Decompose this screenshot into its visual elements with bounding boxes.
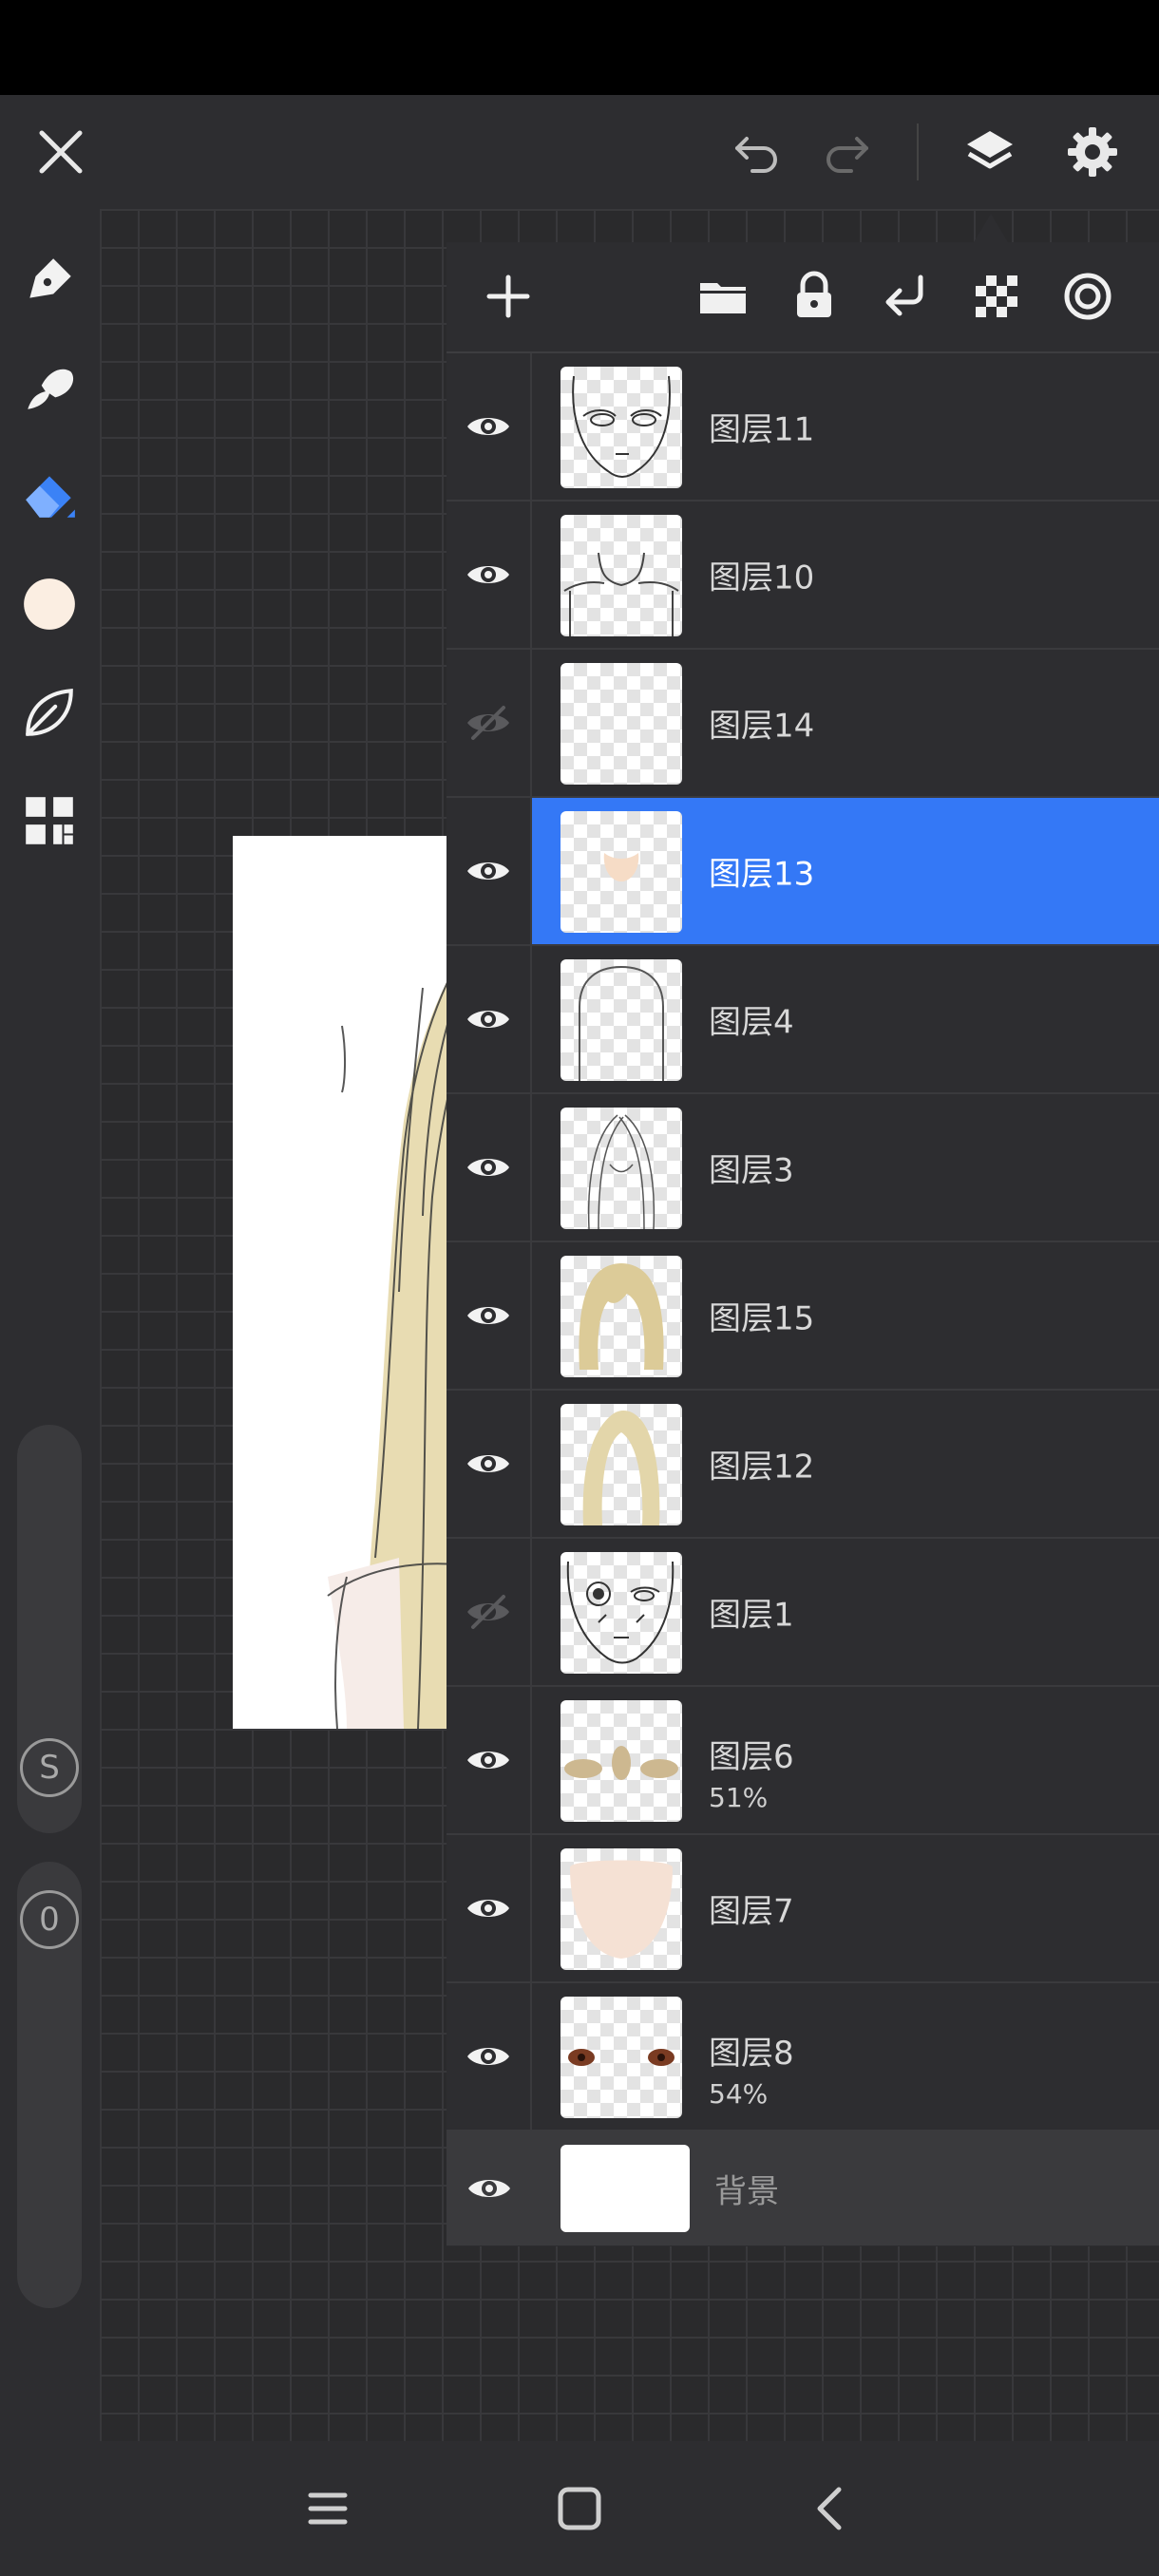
recents-icon[interactable] (294, 2475, 361, 2542)
eye-icon (467, 418, 509, 435)
layer-thumbnail (560, 811, 682, 933)
eraser-icon[interactable] (11, 458, 87, 534)
top-toolbar (0, 95, 1159, 209)
eye-icon (467, 566, 509, 583)
layer-row[interactable]: 图层1 (446, 1539, 1159, 1687)
eye-hidden-icon (467, 1595, 509, 1629)
layer-name: 背景 (714, 2172, 779, 2211)
visibility-toggle[interactable] (446, 1094, 532, 1241)
layer-opacity: 51% (709, 1782, 769, 1813)
visibility-toggle[interactable] (446, 1539, 532, 1685)
visibility-toggle[interactable] (446, 1242, 532, 1389)
leaf-icon[interactable] (11, 674, 87, 750)
layer-name: 图层14 (709, 707, 815, 746)
layer-row[interactable]: 图层11 (446, 353, 1159, 502)
layer-thumbnail (560, 1552, 682, 1674)
transparency-icon[interactable] (963, 263, 1030, 330)
eye-icon (467, 1307, 509, 1324)
merge-down-icon[interactable] (872, 263, 939, 330)
visibility-toggle[interactable] (446, 1687, 532, 1833)
eye-icon (467, 1011, 509, 1028)
layer-thumbnail (560, 959, 682, 1081)
eye-hidden-icon (467, 706, 509, 740)
layer-thumbnail (560, 1256, 682, 1377)
visibility-toggle[interactable] (446, 1983, 532, 2130)
visibility-toggle[interactable] (446, 798, 532, 944)
eye-icon (467, 2048, 509, 2065)
layers-panel-header (446, 242, 1159, 353)
layer-name: 图层1 (709, 1596, 794, 1635)
visibility-toggle[interactable] (446, 1391, 532, 1537)
layer-row-selected[interactable]: 图层13 (446, 798, 1159, 946)
layer-row[interactable]: 图层6 51% (446, 1687, 1159, 1835)
layer-thumbnail (560, 1404, 682, 1525)
layer-thumbnail (560, 1108, 682, 1229)
layer-row[interactable]: 图层4 (446, 946, 1159, 1094)
brush-opacity-knob[interactable]: 0 (20, 1890, 79, 1949)
layer-row[interactable]: 图层8 54% (446, 1983, 1159, 2131)
system-nav-bar (0, 2441, 1159, 2576)
layer-thumbnail (560, 367, 682, 488)
eye-icon (467, 862, 509, 880)
brush-opacity-slider[interactable]: 0 (17, 1862, 82, 2308)
add-icon[interactable] (475, 263, 542, 330)
layer-name: 图层8 (709, 2035, 794, 2073)
layer-thumbnail (560, 515, 682, 636)
layer-name: 图层4 (709, 1003, 794, 1042)
visibility-toggle[interactable] (446, 1835, 532, 1981)
close-icon[interactable] (23, 114, 99, 190)
layer-name: 图层3 (709, 1151, 794, 1190)
layer-thumbnail (560, 1848, 682, 1970)
grid-menu-icon[interactable] (11, 783, 87, 859)
layer-name: 图层12 (709, 1448, 815, 1487)
brush-size-slider[interactable]: S (17, 1425, 82, 1833)
lock-icon[interactable] (781, 263, 847, 330)
eye-icon (467, 1159, 509, 1176)
layer-opacity: 54% (709, 2078, 769, 2110)
folder-icon[interactable] (690, 263, 756, 330)
eye-icon (468, 2180, 510, 2197)
layer-name: 图层7 (709, 1892, 794, 1931)
layer-name: 图层6 (709, 1738, 794, 1776)
color-swatch[interactable] (11, 566, 87, 642)
target-icon[interactable] (1054, 263, 1121, 330)
layer-name: 图层15 (709, 1299, 815, 1338)
visibility-toggle[interactable] (446, 2131, 532, 2245)
layer-row[interactable]: 图层14 (446, 650, 1159, 798)
visibility-toggle[interactable] (446, 946, 532, 1092)
layer-thumbnail (560, 1997, 682, 2118)
layer-name: 图层13 (709, 855, 815, 894)
brush-size-knob[interactable]: S (20, 1738, 79, 1797)
eye-icon (467, 1900, 509, 1917)
layer-thumbnail (560, 1700, 682, 1822)
toolbar-divider (917, 123, 919, 180)
layers-panel: 图层11 图层10 图层14 图层13 图层4 图层3 图层15 图层12 图层… (446, 242, 1159, 2246)
layer-row[interactable]: 图层10 (446, 502, 1159, 650)
visibility-toggle[interactable] (446, 502, 532, 648)
background-thumbnail (560, 2145, 690, 2232)
layer-row[interactable]: 图层12 (446, 1391, 1159, 1539)
layer-thumbnail (560, 663, 682, 785)
layer-name: 图层11 (709, 410, 815, 449)
visibility-toggle[interactable] (446, 650, 532, 796)
eye-icon (467, 1455, 509, 1472)
eye-icon (467, 1752, 509, 1769)
status-bar (0, 0, 1159, 95)
back-icon[interactable] (798, 2475, 864, 2542)
layer-row[interactable]: 图层3 (446, 1094, 1159, 1242)
pen-icon[interactable] (11, 242, 87, 318)
layer-row[interactable]: 图层15 (446, 1242, 1159, 1391)
smudge-icon[interactable] (11, 350, 87, 426)
home-icon[interactable] (546, 2475, 613, 2542)
gear-icon[interactable] (1054, 114, 1130, 190)
layer-row[interactable]: 图层7 (446, 1835, 1159, 1983)
redo-icon[interactable] (809, 114, 885, 190)
panel-caret (974, 214, 1008, 242)
layers-icon[interactable] (952, 114, 1028, 190)
layer-name: 图层10 (709, 559, 815, 597)
background-layer-row[interactable]: 背景 (446, 2131, 1159, 2245)
left-toolbar: S 0 (0, 209, 100, 2441)
visibility-toggle[interactable] (446, 353, 532, 500)
undo-icon[interactable] (718, 114, 794, 190)
